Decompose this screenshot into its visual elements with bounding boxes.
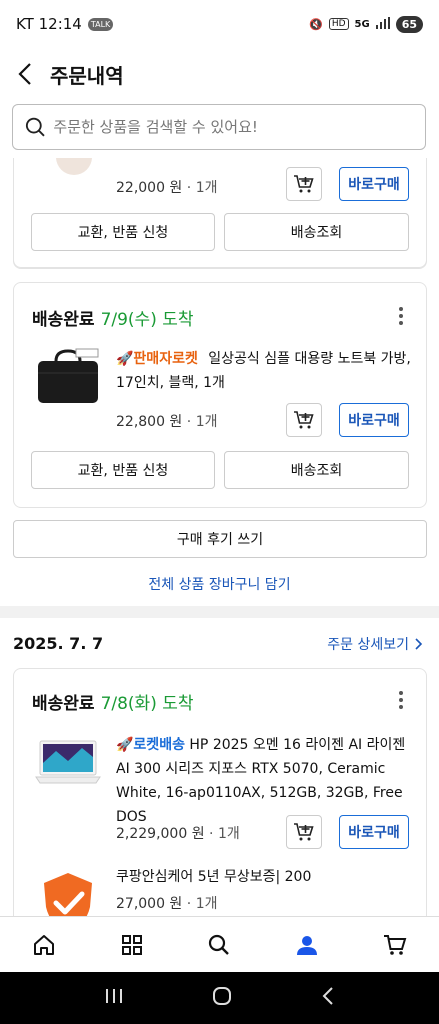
order-detail-link[interactable]: 주문 상세보기 xyxy=(327,634,423,654)
battery-icon: 65 xyxy=(395,15,423,33)
order-date: 2025. 7. 7 xyxy=(13,634,104,653)
item-price-line: 2,229,000 원 · 1개 xyxy=(116,826,240,842)
product-thumbnail xyxy=(32,343,104,415)
item-qty: 1개 xyxy=(195,414,218,430)
exchange-return-button[interactable]: 교환, 반품 신청 xyxy=(31,451,215,489)
seller-rocket-badge: 🚀판매자로켓 xyxy=(116,351,198,367)
buy-now-button[interactable]: 바로구매 xyxy=(339,815,409,849)
network-label: 5G xyxy=(354,18,370,30)
product-name[interactable]: 🚀판매자로켓 일상공식 심플 대용량 노트북 가방, 17인치, 블랙, 1개 xyxy=(116,347,416,395)
my-page-icon[interactable] xyxy=(287,925,327,965)
home-button-icon[interactable] xyxy=(212,986,232,1010)
back-arrow-icon[interactable] xyxy=(14,59,36,89)
order-card: 배송완료 7/9(수) 도착 🚀판매자로켓 일상공식 심플 대용량 노트북 가방,… xyxy=(13,282,427,508)
item-qty: 1개 xyxy=(195,180,218,196)
item-price: 2,229,000 원 xyxy=(116,826,205,842)
category-icon[interactable] xyxy=(112,925,152,965)
page-title: 주문내역 xyxy=(50,63,124,88)
talk-icon: TALK xyxy=(87,17,114,31)
item-price-line: 22,000 원 · 1개 xyxy=(116,180,218,196)
arrival-date: 7/8(화) 도착 xyxy=(100,694,194,714)
chevron-right-icon xyxy=(415,638,423,650)
mute-icon: 🔇 xyxy=(309,17,323,31)
more-options-icon[interactable] xyxy=(398,691,404,709)
buy-now-button[interactable]: 바로구매 xyxy=(339,403,409,437)
status-bar: KT 12:14 TALK 🔇 HD 5G 65 xyxy=(0,0,439,48)
buy-now-button[interactable]: 바로구매 xyxy=(339,167,409,201)
write-review-button[interactable]: 구매 후기 쓰기 xyxy=(13,520,427,558)
add-to-cart-icon xyxy=(294,823,314,841)
add-to-cart-icon xyxy=(294,411,314,429)
order-detail-label: 주문 상세보기 xyxy=(327,637,409,653)
add-to-cart-button[interactable] xyxy=(286,815,322,849)
section-divider xyxy=(0,606,439,618)
rocket-delivery-badge: 🚀로켓배송 xyxy=(116,737,185,753)
add-to-cart-button[interactable] xyxy=(286,167,322,201)
add-to-cart-icon xyxy=(294,175,314,193)
item-price-line: 22,800 원 · 1개 xyxy=(116,414,218,430)
add-all-to-cart-link[interactable]: 전체 상품 장바구니 담기 xyxy=(0,574,439,594)
add-to-cart-button[interactable] xyxy=(286,403,322,437)
recent-apps-icon[interactable] xyxy=(105,988,123,1008)
search-icon[interactable] xyxy=(199,925,239,965)
search-bar xyxy=(0,100,439,158)
item-qty: 1개 xyxy=(217,826,240,842)
tracking-button[interactable]: 배송조회 xyxy=(224,451,409,489)
delivery-status: 배송완료 7/8(화) 도착 xyxy=(32,689,194,714)
search-icon xyxy=(25,117,45,137)
tracking-button[interactable]: 배송조회 xyxy=(224,213,409,251)
search-input[interactable] xyxy=(53,118,413,136)
product-thumbnail xyxy=(32,733,104,805)
order-card: 배송완료 7/8(화) 도착 🚀로켓배송 HP 2025 오멘 16 라이젠 AI… xyxy=(13,668,427,916)
more-options-icon[interactable] xyxy=(398,307,404,325)
hd-icon: HD xyxy=(328,18,349,30)
back-button-icon[interactable] xyxy=(322,987,334,1009)
item-price: 22,000 원 xyxy=(116,180,183,196)
item-price: 22,800 원 xyxy=(116,414,183,430)
product-thumbnail xyxy=(56,158,92,175)
item-price: 27,000 원 xyxy=(116,896,183,912)
care-shield-thumbnail xyxy=(32,867,104,916)
item-price-line: 27,000 원 · 1개 xyxy=(116,896,218,912)
status-label: 배송완료 xyxy=(32,310,95,330)
product-title[interactable]: 쿠팡안심케어 5년 무상보증| 200 xyxy=(116,865,416,889)
system-nav-bar xyxy=(0,972,439,1024)
cart-icon[interactable] xyxy=(375,925,415,965)
bottom-nav xyxy=(0,916,439,972)
status-label: 배송완료 xyxy=(32,694,95,714)
item-qty: 1개 xyxy=(195,896,218,912)
carrier-time: KT 12:14 xyxy=(16,15,82,33)
home-icon[interactable] xyxy=(24,925,64,965)
page-header: 주문내역 xyxy=(0,48,439,100)
search-box[interactable] xyxy=(12,104,426,150)
order-list[interactable]: 22,000 원 · 1개 바로구매 교환, 반품 신청 배송조회 배송완료 7/… xyxy=(0,158,439,916)
signal-icon xyxy=(375,16,390,32)
arrival-date: 7/9(수) 도착 xyxy=(100,310,194,330)
exchange-return-button[interactable]: 교환, 반품 신청 xyxy=(31,213,215,251)
delivery-status: 배송완료 7/9(수) 도착 xyxy=(32,305,194,330)
